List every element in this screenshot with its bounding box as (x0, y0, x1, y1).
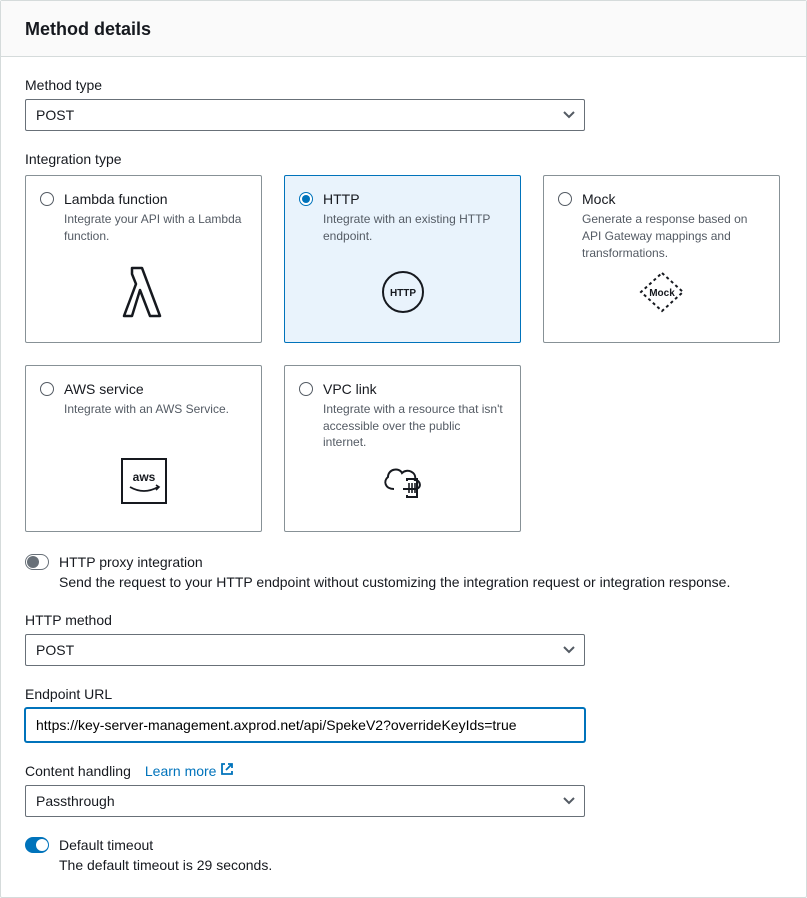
content-handling-label: Content handling (25, 763, 131, 779)
content-handling-select[interactable]: Passthrough (25, 785, 585, 817)
integration-type-field: Integration type Lambda function Integra… (25, 151, 782, 532)
method-details-panel: Method details Method type POST Integrat… (0, 0, 807, 898)
proxy-section: HTTP proxy integration Send the request … (25, 554, 782, 590)
mock-icon: Mock (558, 262, 765, 322)
external-link-icon (220, 762, 234, 779)
svg-text:Mock: Mock (649, 288, 675, 299)
endpoint-url-field: Endpoint URL (25, 686, 782, 742)
endpoint-url-label: Endpoint URL (25, 686, 782, 702)
proxy-toggle[interactable] (25, 554, 49, 570)
http-method-field: HTTP method POST (25, 612, 782, 666)
radio-mock[interactable] (558, 192, 572, 206)
method-type-field: Method type POST (25, 77, 782, 131)
card-mock-desc: Generate a response based on API Gateway… (582, 211, 765, 261)
proxy-helper: Send the request to your HTTP endpoint w… (59, 574, 782, 590)
radio-vpc-link[interactable] (299, 382, 313, 396)
learn-more-link[interactable]: Learn more (145, 762, 235, 779)
card-lambda-title: Lambda function (64, 190, 168, 208)
vpc-icon (299, 451, 506, 511)
card-lambda[interactable]: Lambda function Integrate your API with … (25, 175, 262, 343)
content-handling-field: Content handling Learn more Passthrough (25, 762, 782, 817)
panel-body: Method type POST Integration type Lambda… (1, 57, 806, 897)
card-http[interactable]: HTTP Integrate with an existing HTTP end… (284, 175, 521, 343)
radio-aws-service[interactable] (40, 382, 54, 396)
proxy-label: HTTP proxy integration (59, 554, 203, 570)
panel-header: Method details (1, 1, 806, 57)
svg-text:aws: aws (132, 470, 155, 484)
timeout-helper: The default timeout is 29 seconds. (59, 857, 782, 873)
card-mock-title: Mock (582, 190, 615, 208)
endpoint-url-input[interactable] (25, 708, 585, 742)
timeout-toggle[interactable] (25, 837, 49, 853)
method-type-select[interactable]: POST (25, 99, 585, 131)
lambda-icon (40, 262, 247, 322)
card-http-desc: Integrate with an existing HTTP endpoint… (323, 211, 506, 245)
timeout-section: Default timeout The default timeout is 2… (25, 837, 782, 873)
integration-type-label: Integration type (25, 151, 782, 167)
radio-lambda[interactable] (40, 192, 54, 206)
method-type-value: POST (25, 99, 585, 131)
http-method-value: POST (25, 634, 585, 666)
panel-title: Method details (25, 19, 782, 40)
card-vpc-link-title: VPC link (323, 380, 377, 398)
http-method-select[interactable]: POST (25, 634, 585, 666)
card-aws-service-desc: Integrate with an AWS Service. (64, 401, 247, 418)
learn-more-text: Learn more (145, 763, 217, 779)
card-aws-service[interactable]: AWS service Integrate with an AWS Servic… (25, 365, 262, 533)
integration-type-grid: Lambda function Integrate your API with … (25, 175, 782, 532)
card-vpc-link[interactable]: VPC link Integrate with a resource that … (284, 365, 521, 533)
card-aws-service-title: AWS service (64, 380, 144, 398)
aws-icon: aws (40, 451, 247, 511)
method-type-label: Method type (25, 77, 782, 93)
http-icon: HTTP (299, 262, 506, 322)
svg-text:HTTP: HTTP (389, 288, 415, 299)
card-http-title: HTTP (323, 190, 360, 208)
content-handling-value: Passthrough (25, 785, 585, 817)
card-lambda-desc: Integrate your API with a Lambda functio… (64, 211, 247, 245)
radio-http[interactable] (299, 192, 313, 206)
http-method-label: HTTP method (25, 612, 782, 628)
card-vpc-link-desc: Integrate with a resource that isn't acc… (323, 401, 506, 451)
card-mock[interactable]: Mock Generate a response based on API Ga… (543, 175, 780, 343)
timeout-label: Default timeout (59, 837, 153, 853)
